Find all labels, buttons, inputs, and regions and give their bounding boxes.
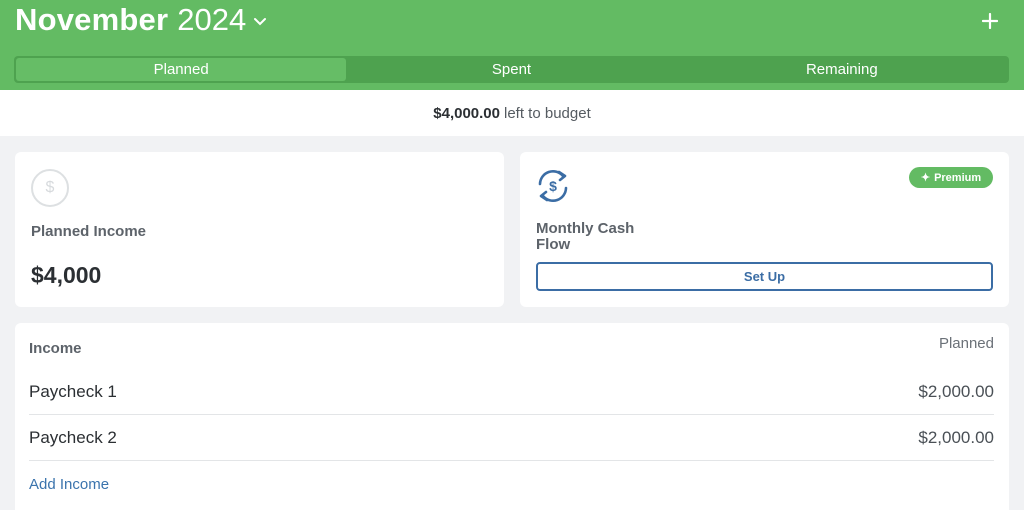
month-label: November <box>15 2 169 37</box>
income-item-name: Paycheck 1 <box>29 381 117 401</box>
tab-spent[interactable]: Spent <box>346 58 676 81</box>
left-to-budget-banner: $4,000.00 left to budget <box>0 90 1024 136</box>
premium-label: Premium <box>934 171 982 184</box>
add-income-link[interactable]: Add Income <box>29 476 109 493</box>
tab-planned[interactable]: Planned <box>16 58 347 81</box>
tab-remaining[interactable]: Remaining <box>677 58 1007 81</box>
table-row[interactable]: Paycheck 1 $2,000.00 <box>29 369 994 415</box>
table-row[interactable]: Paycheck 2 $2,000.00 <box>29 415 994 461</box>
income-item-name: Paycheck 2 <box>29 427 117 447</box>
left-to-budget-text: left to budget <box>504 104 591 122</box>
sparkle-icon: ✦ <box>920 172 931 184</box>
cash-flow-label: Monthly Cash Flow <box>536 220 635 253</box>
income-item-amount[interactable]: $2,000.00 <box>918 382 994 402</box>
svg-text:$: $ <box>549 178 557 194</box>
income-table: Income Planned Paycheck 1 $2,000.00 Payc… <box>15 323 1009 510</box>
left-to-budget-amount: $4,000.00 <box>433 104 500 122</box>
set-up-button[interactable]: Set Up <box>536 262 993 291</box>
plus-icon <box>982 13 998 29</box>
income-heading: Income <box>29 340 82 357</box>
planned-income-card: $ Planned Income $4,000 <box>15 152 504 307</box>
add-button[interactable] <box>978 9 1002 33</box>
month-selector[interactable]: November 2024 <box>15 1 267 39</box>
year-label: 2024 <box>177 2 247 37</box>
cash-flow-refresh-icon: $ <box>538 170 568 202</box>
view-tabs: Planned Spent Remaining <box>14 56 1009 83</box>
dollar-coin-icon: $ <box>31 169 69 207</box>
cash-flow-card: $ ✦ Premium Monthly Cash Flow Set Up <box>520 152 1009 307</box>
planned-income-value: $4,000 <box>31 262 102 288</box>
premium-badge[interactable]: ✦ Premium <box>909 167 993 188</box>
planned-column-header: Planned <box>938 335 994 352</box>
planned-income-label: Planned Income <box>31 223 147 240</box>
chevron-down-icon <box>253 17 267 27</box>
income-item-amount[interactable]: $2,000.00 <box>918 428 994 448</box>
app-header: November 2024 Planned Spent Remaining <box>0 0 1024 90</box>
